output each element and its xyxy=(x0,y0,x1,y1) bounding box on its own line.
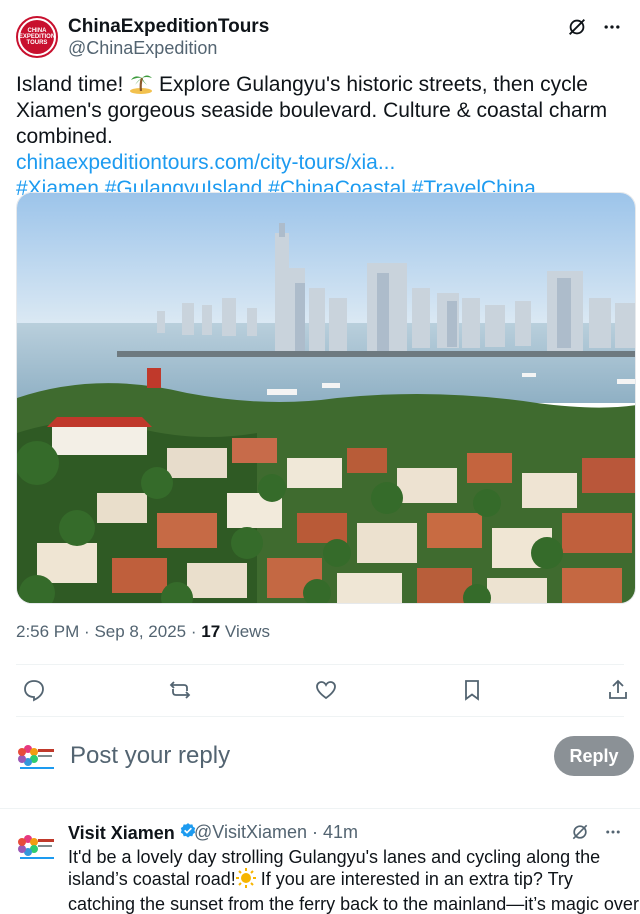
post-text-start: Island time! xyxy=(16,73,130,96)
post-date[interactable]: Sep 8, 2025 xyxy=(94,622,186,641)
meta-separator: · xyxy=(312,822,323,842)
author-name[interactable]: ChinaExpeditionTours xyxy=(68,16,269,38)
reply-author-name-text: Visit Xiamen xyxy=(68,823,175,843)
reply-composer: Post your reply Reply xyxy=(16,730,636,786)
post-photo[interactable] xyxy=(16,192,636,604)
post-link[interactable]: chinaexpeditiontours.com/city-tours/xia.… xyxy=(16,150,628,176)
post-actions xyxy=(16,672,636,708)
divider xyxy=(16,664,624,665)
reply-header-actions xyxy=(570,822,622,847)
views-count: 17 xyxy=(201,622,221,641)
user-avatar[interactable] xyxy=(16,736,58,778)
post-text: Island time! Explore Gulangyu's historic… xyxy=(16,72,628,202)
meta-separator: · xyxy=(84,622,95,641)
author-handle[interactable]: @ChinaExpedition xyxy=(68,38,217,59)
meta-separator: · xyxy=(190,622,202,641)
divider xyxy=(0,808,640,809)
bookmark-icon[interactable] xyxy=(458,676,486,704)
reply-input[interactable]: Post your reply xyxy=(70,742,230,770)
views-label: Views xyxy=(224,622,270,641)
palm-tree-emoji xyxy=(129,72,153,94)
grok-icon[interactable] xyxy=(566,16,588,38)
reply-author-name[interactable]: Visit Xiamen xyxy=(68,822,197,845)
more-icon[interactable] xyxy=(604,823,622,846)
avatar-logo: CHINA EXPEDITION TOURS xyxy=(19,20,55,54)
reply-author-handle[interactable]: @VisitXiamen xyxy=(194,822,307,842)
sun-emoji xyxy=(235,868,256,893)
reply-icon[interactable] xyxy=(20,676,48,704)
post-meta: 2:56 PM · Sep 8, 2025 · 17 Views xyxy=(16,622,270,642)
more-icon[interactable] xyxy=(602,17,622,37)
reply-author-meta: @VisitXiamen · 41m xyxy=(194,822,358,843)
reply-text: It'd be a lovely day strolling Gulangyu'… xyxy=(68,846,640,914)
repost-icon[interactable] xyxy=(166,676,194,704)
divider xyxy=(16,716,624,717)
author-avatar[interactable]: CHINA EXPEDITION TOURS xyxy=(16,16,58,58)
reply-author-avatar[interactable] xyxy=(16,826,58,868)
header-actions xyxy=(566,16,622,38)
post-time[interactable]: 2:56 PM xyxy=(16,622,79,641)
post-header: CHINA EXPEDITION TOURS ChinaExpeditionTo… xyxy=(16,14,640,62)
like-icon[interactable] xyxy=(312,676,340,704)
grok-icon[interactable] xyxy=(570,822,590,847)
reply-button[interactable]: Reply xyxy=(554,736,634,776)
share-icon[interactable] xyxy=(604,676,632,704)
reply-time[interactable]: 41m xyxy=(323,822,358,842)
reply-tweet[interactable]: Visit Xiamen @VisitXiamen · 41m It'd be … xyxy=(16,818,640,914)
